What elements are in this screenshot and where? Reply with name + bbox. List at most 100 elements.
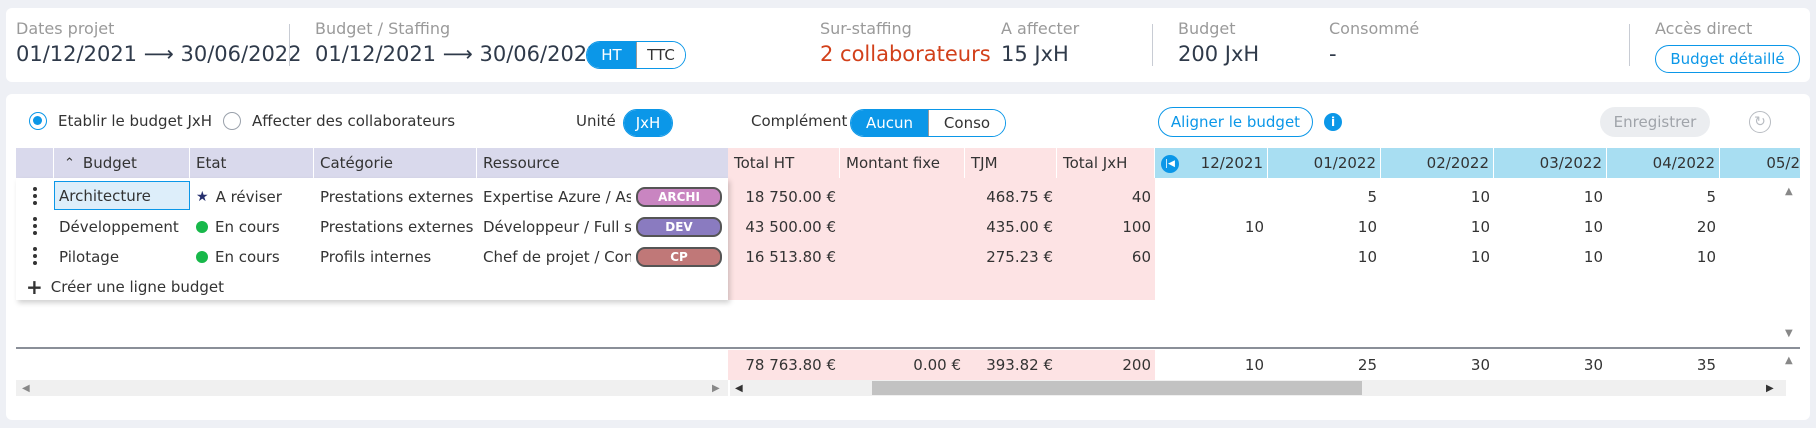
enregistrer-button[interactable]: Enregistrer bbox=[1600, 107, 1710, 137]
resource-badge: ARCHI bbox=[636, 187, 722, 207]
star-icon: ★ bbox=[196, 189, 209, 205]
budget-staffing-label: Budget / Staffing bbox=[315, 19, 451, 38]
etat-cell: En cours bbox=[196, 212, 314, 242]
total-ht-cell: 18 750.00 € bbox=[745, 188, 836, 206]
mode-label-affecter[interactable]: Affecter des collaborateurs bbox=[252, 112, 455, 130]
a-affecter-label: A affecter bbox=[1001, 19, 1080, 38]
month-cell[interactable]: 20 bbox=[1607, 212, 1720, 242]
divider bbox=[289, 24, 290, 66]
column-header-total-ht[interactable]: Total HT bbox=[728, 148, 840, 178]
month-cell[interactable]: 10 bbox=[1494, 242, 1607, 272]
ressource-cell: Expertise Azure / As… bbox=[483, 188, 631, 206]
montant-fixe-cell[interactable] bbox=[840, 212, 965, 242]
month-cell[interactable]: 10 bbox=[1381, 242, 1494, 272]
budget-detaille-button[interactable]: Budget détaillé bbox=[1655, 45, 1800, 73]
complement-label: Complément bbox=[751, 112, 848, 130]
column-header-budget[interactable]: ⌃ Budget bbox=[54, 148, 190, 178]
complement-toggle: Aucun Conso bbox=[850, 109, 1006, 137]
add-row-button[interactable]: + Créer une ligne budget bbox=[26, 277, 224, 297]
total-ht-sum: 78 763.80 € bbox=[745, 356, 836, 374]
row-menu-icon[interactable] bbox=[33, 217, 37, 238]
budget-cell[interactable]: Développement bbox=[54, 212, 190, 242]
row-menu-icon[interactable] bbox=[33, 247, 37, 268]
budget-cell[interactable]: Pilotage bbox=[54, 242, 190, 272]
tjm-cell: 468.75 € bbox=[986, 188, 1053, 206]
sur-staffing-value: 2 collaborateurs bbox=[820, 42, 991, 66]
mode-label-budget[interactable]: Etablir le budget JxH bbox=[58, 112, 212, 130]
tax-toggle: HT TTC bbox=[586, 41, 686, 69]
tax-toggle-ttc[interactable]: TTC bbox=[635, 42, 685, 68]
categorie-cell: Prestations externes bbox=[320, 218, 474, 236]
row-menu-icon[interactable] bbox=[33, 187, 37, 208]
month-sum: 30 bbox=[1583, 356, 1603, 374]
scroll-up-icon[interactable]: ▲ bbox=[1785, 186, 1793, 197]
column-header-month: 04/2022 bbox=[1607, 148, 1720, 178]
column-header-month: 12/2021 bbox=[1155, 148, 1268, 178]
scroll-thumb[interactable] bbox=[872, 381, 1362, 395]
montant-fixe-sum: 0.00 € bbox=[913, 356, 961, 374]
budget-cell[interactable]: Architecture bbox=[54, 181, 190, 210]
consomme-label: Consommé bbox=[1329, 19, 1420, 38]
etat-cell: En cours bbox=[196, 242, 314, 272]
ressource-cell: Développeur / Full s… bbox=[483, 218, 631, 236]
consomme-value: - bbox=[1329, 42, 1337, 66]
column-header-ressource[interactable]: Ressource bbox=[477, 148, 728, 178]
scroll-up-icon[interactable]: ▲ bbox=[1785, 355, 1793, 366]
scroll-down-icon[interactable]: ▼ bbox=[1785, 328, 1793, 339]
column-header-categorie[interactable]: Catégorie bbox=[314, 148, 477, 178]
month-cell[interactable]: 10 bbox=[1494, 212, 1607, 242]
complement-toggle-aucun[interactable]: Aucun bbox=[851, 110, 928, 136]
total-ht-cell: 16 513.80 € bbox=[745, 248, 836, 266]
mode-radio-affecter[interactable] bbox=[223, 112, 241, 130]
scroll-left-icon[interactable]: ◀ bbox=[735, 383, 743, 394]
month-cell[interactable]: 10 bbox=[1494, 182, 1607, 212]
info-icon[interactable]: i bbox=[1324, 113, 1342, 131]
column-header-montant-fixe[interactable]: Montant fixe bbox=[840, 148, 965, 178]
month-cell[interactable]: 10 bbox=[1607, 242, 1720, 272]
add-row-label: Créer une ligne budget bbox=[50, 278, 225, 296]
budget-value: 200 JxH bbox=[1178, 42, 1260, 66]
month-cell[interactable]: 10 bbox=[1381, 182, 1494, 212]
total-jxh-cell: 40 bbox=[1131, 188, 1151, 206]
column-header-tjm[interactable]: TJM bbox=[965, 148, 1057, 178]
collapse-chevrons-icon[interactable]: ⌃ bbox=[64, 156, 75, 171]
month-cell[interactable]: 10 bbox=[1268, 242, 1381, 272]
left-horizontal-scrollbar[interactable] bbox=[16, 380, 728, 396]
month-cell[interactable] bbox=[1155, 242, 1268, 272]
month-sum: 30 bbox=[1470, 356, 1490, 374]
aligner-budget-button[interactable]: Aligner le budget bbox=[1158, 107, 1313, 137]
column-header-total-jxh[interactable]: Total JxH bbox=[1057, 148, 1155, 178]
green-dot-icon bbox=[196, 251, 208, 263]
unite-toggle-jxh[interactable]: JxH bbox=[624, 110, 672, 136]
categorie-cell: Profils internes bbox=[320, 248, 432, 266]
etat-text: En cours bbox=[215, 248, 280, 266]
unite-toggle[interactable]: JxH bbox=[623, 109, 673, 137]
column-header-etat[interactable]: Etat bbox=[190, 148, 314, 178]
total-jxh-cell: 60 bbox=[1131, 248, 1151, 266]
mode-radio-budget[interactable] bbox=[29, 112, 47, 130]
refresh-icon[interactable]: ↻ bbox=[1749, 111, 1771, 133]
column-header-month: 03/2022 bbox=[1494, 148, 1607, 178]
complement-toggle-conso[interactable]: Conso bbox=[928, 110, 1005, 136]
month-cell[interactable]: 5 bbox=[1607, 182, 1720, 212]
scroll-left-icon[interactable]: ◀ bbox=[22, 383, 30, 394]
month-cell[interactable]: 10 bbox=[1381, 212, 1494, 242]
column-header-month: 05/2 bbox=[1766, 154, 1800, 172]
budget-cell-text: Architecture bbox=[59, 186, 151, 205]
acces-direct-label: Accès direct bbox=[1655, 19, 1753, 38]
vertical-scrollbar[interactable] bbox=[1782, 182, 1796, 340]
scroll-right-icon[interactable]: ▶ bbox=[712, 383, 720, 394]
month-cell[interactable]: 10 bbox=[1155, 212, 1268, 242]
month-sum: 35 bbox=[1696, 356, 1716, 374]
tax-toggle-ht[interactable]: HT bbox=[587, 42, 636, 68]
month-cell[interactable]: 5 bbox=[1268, 182, 1381, 212]
column-header-budget-label: Budget bbox=[82, 154, 137, 172]
month-cell[interactable]: 10 bbox=[1268, 212, 1381, 242]
montant-fixe-cell[interactable] bbox=[840, 182, 965, 212]
etat-text: A réviser bbox=[215, 188, 282, 206]
montant-fixe-cell[interactable] bbox=[840, 242, 965, 272]
month-cell[interactable] bbox=[1155, 182, 1268, 212]
tjm-cell: 435.00 € bbox=[986, 218, 1053, 236]
scroll-right-icon[interactable]: ▶ bbox=[1766, 383, 1774, 394]
ressource-cell: Chef de projet / Con… bbox=[483, 248, 631, 266]
